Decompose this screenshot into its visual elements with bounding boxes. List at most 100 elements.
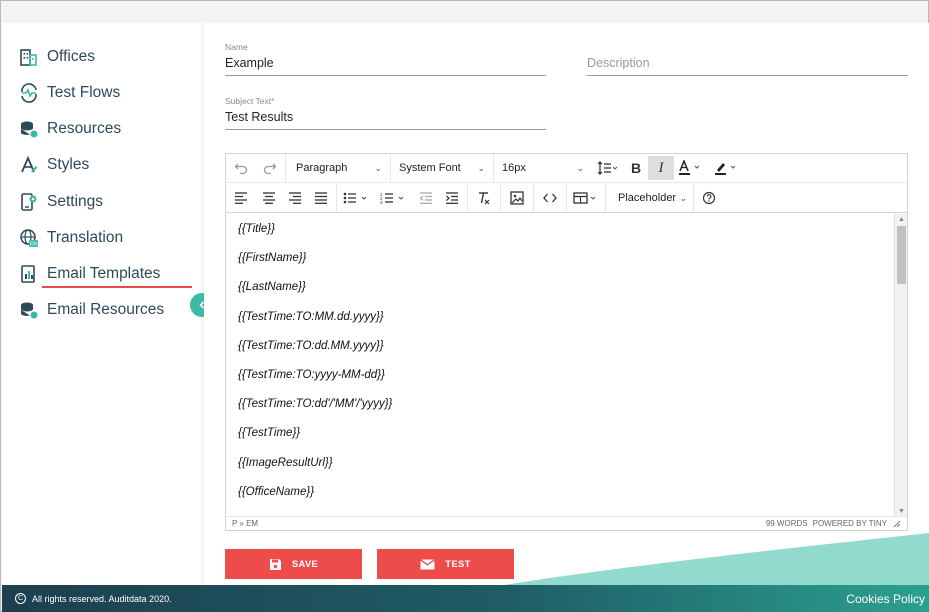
text-color-button[interactable]	[674, 156, 710, 180]
sidebar-item-resources[interactable]: Resources	[18, 117, 121, 141]
table-button[interactable]	[569, 186, 603, 210]
chevron-down-icon: ⌄	[679, 192, 687, 203]
description-field	[587, 42, 908, 76]
outdent-button[interactable]	[413, 186, 439, 210]
sidebar-item-label: Email Resources	[47, 301, 165, 318]
bullet-list-icon	[343, 192, 367, 204]
italic-icon: I	[658, 159, 664, 176]
sidebar-item-offices[interactable]: Offices	[18, 45, 95, 69]
editor-line: {{TestTime:TO:yyyy-MM-dd}}	[238, 368, 385, 381]
resources-icon	[18, 118, 40, 140]
statusbar-right: 99 WORDS POWERED BY TINY	[766, 519, 901, 528]
undo-icon	[234, 163, 248, 175]
line-height-icon	[597, 161, 618, 175]
sidebar-item-label: Settings	[47, 193, 104, 210]
sidebar-item-email-templates[interactable]: Email Templates	[18, 262, 160, 286]
bold-button[interactable]: B	[624, 156, 648, 180]
element-path[interactable]: P » EM	[232, 519, 258, 528]
placeholder-menu-label: Placeholder	[618, 192, 677, 204]
app-frame: Offices Test Flows Resources Styles Sett…	[0, 0, 929, 612]
cookies-policy-link[interactable]: Cookies Policy	[846, 592, 925, 606]
styles-icon	[18, 154, 40, 176]
sidebar-item-email-resources[interactable]: Email Resources	[18, 298, 164, 322]
align-center-icon	[263, 192, 275, 204]
scroll-down-arrow-icon[interactable]: ▼	[895, 506, 908, 516]
svg-text:3: 3	[380, 200, 383, 204]
settings-icon	[18, 191, 40, 213]
resize-handle-icon[interactable]	[892, 519, 901, 528]
highlight-color-button[interactable]	[710, 156, 746, 180]
font-size-value: 16px	[502, 162, 526, 174]
subject-underline	[225, 129, 546, 130]
subject-field: Subject Text*	[225, 96, 546, 130]
table-icon	[573, 192, 596, 204]
editor-toolbar-row-2: 123 Placeholder ⌄	[226, 183, 907, 213]
email-resources-icon	[18, 299, 40, 321]
chevron-down-icon: ⌄	[477, 162, 485, 173]
translation-icon: EN	[18, 227, 40, 249]
editor-line: {{FirstName}}	[238, 252, 307, 265]
align-justify-button[interactable]	[308, 186, 334, 210]
subject-input[interactable]	[225, 110, 546, 124]
sidebar: Offices Test Flows Resources Styles Sett…	[2, 23, 201, 585]
font-family-value: System Font	[399, 162, 461, 174]
active-nav-indicator	[42, 286, 192, 288]
editor-line: {{LastName}}	[238, 281, 306, 294]
block-format-select[interactable]: Paragraph ⌄	[288, 153, 391, 183]
sidebar-item-label: Test Flows	[47, 84, 121, 101]
sidebar-item-translation[interactable]: EN Translation	[18, 226, 123, 250]
help-button[interactable]	[694, 186, 724, 210]
sidebar-item-label: Translation	[47, 229, 124, 246]
sidebar-item-test-flows[interactable]: Test Flows	[18, 81, 120, 105]
sidebar-item-styles[interactable]: Styles	[18, 153, 89, 177]
bullet-list-button[interactable]	[339, 186, 375, 210]
editor-line: {{ImageResultUrl}}	[238, 456, 333, 469]
text-color-icon	[679, 160, 700, 175]
image-icon	[510, 191, 524, 205]
description-input[interactable]	[587, 56, 908, 70]
name-input[interactable]	[225, 56, 546, 70]
email-templates-icon	[18, 263, 40, 285]
placeholder-menu[interactable]: Placeholder ⌄	[608, 183, 694, 213]
svg-text:EN: EN	[30, 242, 37, 248]
offices-icon	[18, 46, 40, 68]
source-code-button[interactable]	[536, 186, 564, 210]
font-family-select[interactable]: System Font ⌄	[391, 153, 494, 183]
redo-button[interactable]	[256, 156, 283, 180]
clear-formatting-button[interactable]	[470, 186, 498, 210]
insert-image-button[interactable]	[503, 186, 531, 210]
word-count: 99 WORDS	[765, 519, 808, 528]
outdent-icon	[419, 192, 432, 204]
save-button[interactable]: SAVE	[225, 549, 362, 579]
editor-content-area[interactable]: {{Title}} {{FirstName}} {{LastName}} {{T…	[226, 214, 894, 516]
italic-button[interactable]: I	[648, 156, 674, 180]
numbered-list-icon: 123	[380, 192, 404, 204]
indent-button[interactable]	[439, 186, 465, 210]
indent-icon	[446, 192, 458, 204]
save-label: SAVE	[291, 558, 319, 570]
undo-button[interactable]	[226, 156, 256, 180]
editor-line: {{TestTime:TO:dd.MM.yyyy}}	[238, 339, 384, 352]
editor-scrollbar[interactable]: ▲ ▼	[894, 214, 907, 516]
sidebar-item-settings[interactable]: Settings	[18, 190, 103, 214]
editor-line: {{Title}}	[238, 223, 275, 235]
scrollbar-thumb[interactable]	[897, 226, 906, 284]
font-size-select[interactable]: 16px ⌄	[494, 154, 592, 183]
scroll-up-arrow-icon[interactable]: ▲	[895, 214, 908, 224]
align-center-button[interactable]	[256, 186, 282, 210]
description-underline	[587, 75, 908, 76]
test-button[interactable]: TEST	[377, 549, 514, 579]
numbered-list-button[interactable]: 123	[375, 186, 413, 210]
test-flows-icon	[18, 82, 40, 104]
line-height-button[interactable]	[592, 156, 624, 180]
name-field: Name	[225, 42, 546, 76]
powered-by-link[interactable]: POWERED BY TINY	[813, 519, 887, 528]
sidebar-item-label: Offices	[47, 48, 95, 65]
chevron-down-icon: ⌄	[576, 162, 584, 173]
align-right-button[interactable]	[282, 186, 308, 210]
align-left-button[interactable]	[226, 186, 256, 210]
editor-line: {{TestTime}}	[238, 427, 301, 440]
copyright: C All rights reserved. Auditdata 2020.	[15, 593, 172, 604]
editor-statusbar: P » EM 99 WORDS POWERED BY TINY	[226, 516, 907, 530]
align-right-icon	[289, 192, 301, 204]
